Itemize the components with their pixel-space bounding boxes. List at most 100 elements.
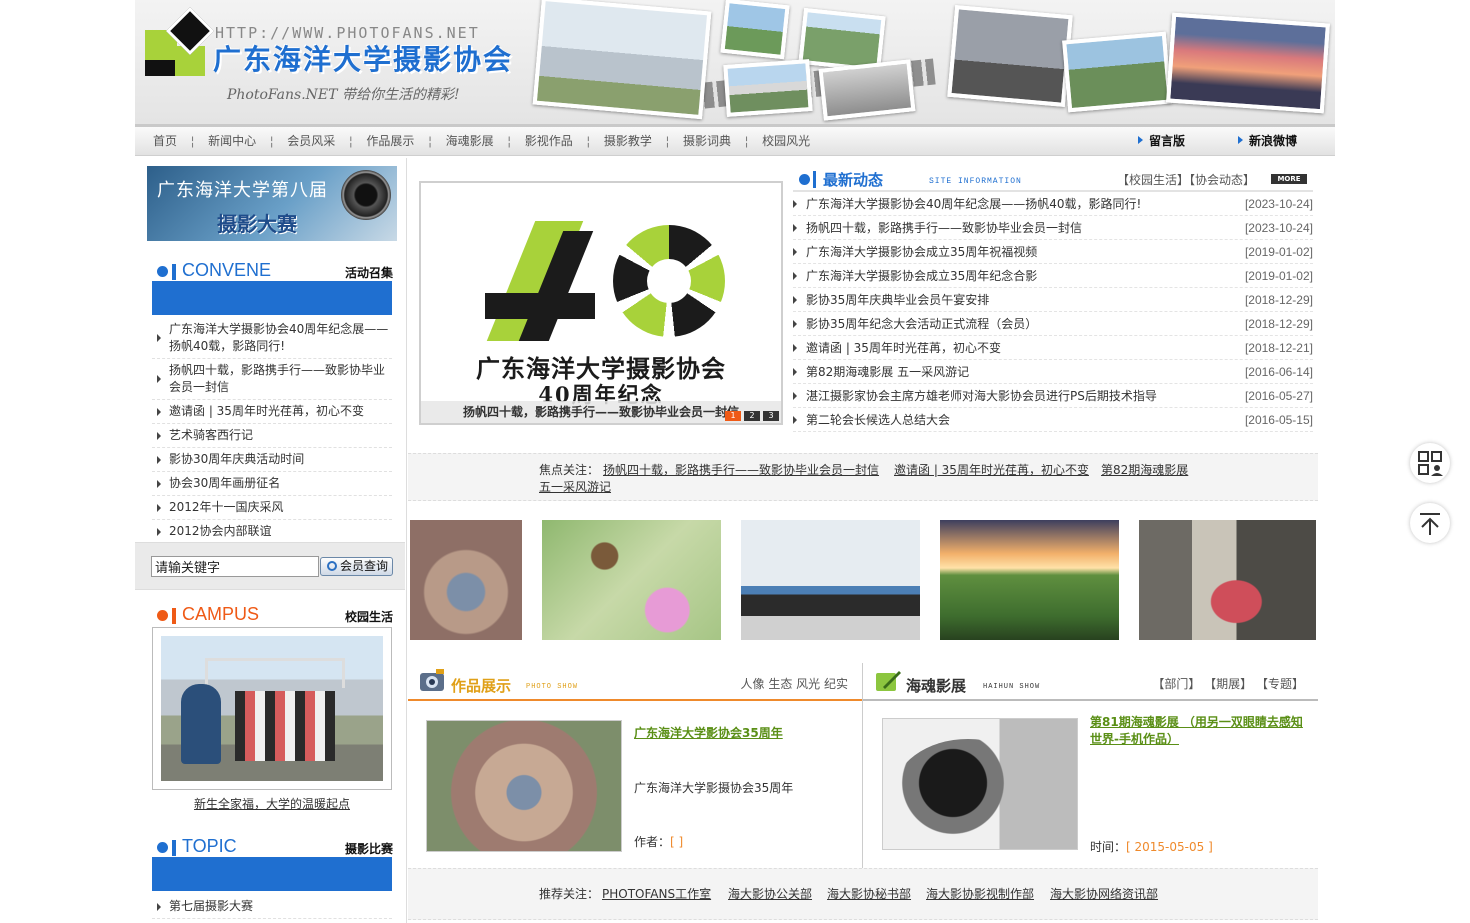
- slider-page-1[interactable]: 1: [725, 411, 741, 421]
- nav-item-haihun[interactable]: 海魂影展: [436, 132, 504, 150]
- focus-label: 焦点关注：: [539, 463, 600, 477]
- contest-banner[interactable]: 广东海洋大学第八届 摄影大赛: [147, 166, 397, 241]
- focus-link[interactable]: 第82期海魂影展: [1101, 461, 1188, 478]
- guestbook-link[interactable]: 留言版: [1138, 132, 1185, 150]
- nav-separator: ¦: [507, 134, 511, 148]
- member-search: 会员查询: [135, 542, 405, 590]
- works-tags[interactable]: 人像 生态 风光 纪实: [741, 675, 848, 692]
- haihun-thumbnail[interactable]: [882, 718, 1078, 850]
- focus-link[interactable]: 五一采风游记: [539, 478, 611, 495]
- header-photo: [532, 0, 712, 120]
- recommend-link[interactable]: 海大影协网络资讯部: [1050, 885, 1158, 902]
- focus-link[interactable]: 扬帆四十载，影路携手行——致影协毕业会员一封信: [603, 461, 879, 478]
- topic-title-cn[interactable]: 摄影比赛: [345, 840, 393, 857]
- gallery-photo[interactable]: [1139, 520, 1316, 640]
- nav-item-news[interactable]: 新闻中心: [198, 132, 266, 150]
- list-item[interactable]: 2012年十一国庆采风: [152, 496, 392, 520]
- list-item[interactable]: 扬帆四十载，影路携手行——致影协毕业会员一封信: [152, 359, 392, 400]
- news-item[interactable]: 邀请函 | 35周年时光荏苒，初心不变 [2018-12-21]: [793, 336, 1313, 360]
- nav-separator: ¦: [586, 134, 590, 148]
- recommend-link[interactable]: 海大影协影视制作部: [926, 885, 1034, 902]
- news-item[interactable]: 第二轮会长候选人总结大会 [2016-05-15]: [793, 408, 1313, 432]
- work-title-link[interactable]: 广东海洋大学影协会35周年: [634, 724, 783, 741]
- bullet-dot-icon: [157, 266, 168, 277]
- topic-title-en: TOPIC: [182, 836, 237, 856]
- header-photo: [720, 0, 790, 60]
- haihun-tags[interactable]: 【部门】 【期展】 【专题】: [1152, 675, 1304, 692]
- gallery-photo[interactable]: [741, 520, 920, 640]
- qr-code-button[interactable]: [1410, 443, 1450, 483]
- nav-separator: ¦: [191, 134, 195, 148]
- nav-item-members[interactable]: 会员风采: [277, 132, 345, 150]
- list-item[interactable]: 影协30周年庆典活动时间: [152, 448, 392, 472]
- news-item[interactable]: 第82期海魂影展 五一采风游记 [2016-06-14]: [793, 360, 1313, 384]
- recommend-link[interactable]: 海大影协公关部: [728, 885, 812, 902]
- nav-item-home[interactable]: 首页: [143, 132, 187, 150]
- recommend-link[interactable]: 海大影协秘书部: [827, 885, 911, 902]
- focus-link[interactable]: 邀请函 | 35周年时光荏苒，初心不变: [894, 461, 1089, 478]
- header-photo: [818, 59, 916, 121]
- news-title: 最新动态: [823, 171, 884, 189]
- convene-title-cn[interactable]: 活动召集: [345, 264, 393, 281]
- news-item[interactable]: 广东海洋大学摄影协会40周年纪念展——扬帆40载，影路同行! [2023-10-2…: [793, 192, 1313, 216]
- news-date: [2019-01-02]: [1244, 269, 1313, 283]
- latest-news: 最新动态 SITE INFORMATION 【校园生活】【协会动态】 MORE …: [793, 164, 1313, 432]
- list-item[interactable]: 2012协会内部联谊: [152, 520, 392, 544]
- news-item[interactable]: 影协35周年庆典毕业会员午宴安排 [2018-12-29]: [793, 288, 1313, 312]
- news-item[interactable]: 影协35周年纪念大会活动正式流程（会员） [2018-12-29]: [793, 312, 1313, 336]
- campus-header: CAMPUS 校园生活: [157, 604, 393, 628]
- left-sidebar: 广东海洋大学第八届 摄影大赛 CONVENE 活动召集 广东海洋大学摄影协会40…: [135, 158, 407, 923]
- nav-item-dictionary[interactable]: 摄影词典: [673, 132, 741, 150]
- recommend-label: 推荐关注：: [539, 887, 600, 901]
- aperture-icon: [613, 225, 725, 337]
- header-photo: [723, 59, 813, 117]
- nav-item-campus[interactable]: 校园风光: [752, 132, 820, 150]
- camera-icon: [420, 669, 444, 691]
- haihun-title-link[interactable]: 第81期海魂影展 （用另一双眼睛去感知世界-手机作品）: [1090, 714, 1310, 748]
- work-author: 作者：[ ]: [634, 835, 684, 849]
- nav-separator: ¦: [349, 134, 353, 148]
- list-item[interactable]: 协会30周年画册征名: [152, 472, 392, 496]
- work-thumbnail[interactable]: [426, 720, 622, 852]
- site-header: HTTP://WWW.PHOTOFANS.NET 广东海洋大学摄影协会 Phot…: [135, 0, 1335, 124]
- weibo-link[interactable]: 新浪微博: [1238, 132, 1297, 150]
- page-wrapper: HTTP://WWW.PHOTOFANS.NET 广东海洋大学摄影协会 Phot…: [135, 0, 1335, 923]
- news-date: [2019-01-02]: [1244, 245, 1313, 259]
- news-cat-association[interactable]: 【协会动态】: [1189, 173, 1255, 187]
- news-item[interactable]: 湛江摄影家协会主席方雄老师对海大影协会员进行PS后期技术指导 [2016-05-2…: [793, 384, 1313, 408]
- gallery-photo[interactable]: [940, 520, 1119, 640]
- slider-page-3[interactable]: 3: [763, 411, 779, 421]
- banner-line2: 摄影大赛: [217, 212, 297, 236]
- campus-photo[interactable]: [152, 627, 392, 790]
- member-search-button[interactable]: 会员查询: [320, 557, 393, 576]
- topic-strip: [152, 857, 392, 891]
- campus-title-cn[interactable]: 校园生活: [345, 608, 393, 625]
- featured-slider[interactable]: 广东海洋大学摄影协会 40周年纪念 扬帆四十载，影路携手行——致影协毕业会员一封…: [419, 181, 783, 425]
- gallery-photo[interactable]: [410, 520, 522, 640]
- list-item[interactable]: 广东海洋大学摄影协会40周年纪念展——扬帆40载，影路同行!: [152, 318, 392, 359]
- nav-item-video[interactable]: 影视作品: [515, 132, 583, 150]
- nav-item-works[interactable]: 作品展示: [356, 132, 424, 150]
- back-to-top-button[interactable]: [1410, 503, 1450, 543]
- news-date: [2018-12-21]: [1244, 341, 1313, 355]
- main-content: 广东海洋大学摄影协会 40周年纪念 扬帆四十载，影路携手行——致影协毕业会员一封…: [408, 158, 1335, 923]
- news-item[interactable]: 广东海洋大学摄影协会成立35周年纪念合影 [2019-01-02]: [793, 264, 1313, 288]
- nav-item-teaching[interactable]: 摄影教学: [594, 132, 662, 150]
- slider-page-2[interactable]: 2: [744, 411, 760, 421]
- news-categories: 【校园生活】【协会动态】: [1117, 171, 1255, 188]
- list-item[interactable]: 第七届摄影大赛: [152, 895, 392, 919]
- campus-photo-caption[interactable]: 新生全家福，大学的温暖起点: [152, 795, 392, 812]
- list-item[interactable]: 艺术骑客西行记: [152, 424, 392, 448]
- news-list: 广东海洋大学摄影协会40周年纪念展——扬帆40载，影路同行! [2023-10-2…: [793, 192, 1313, 432]
- news-more-button[interactable]: MORE: [1271, 174, 1307, 184]
- search-input[interactable]: [151, 556, 319, 577]
- site-logo[interactable]: [145, 6, 215, 76]
- news-item[interactable]: 广东海洋大学摄影协会成立35周年祝福视频 [2019-01-02]: [793, 240, 1313, 264]
- news-cat-campus[interactable]: 【校园生活】: [1117, 173, 1189, 187]
- recommend-link[interactable]: PHOTOFANS工作室: [602, 885, 711, 902]
- convene-strip: [152, 281, 392, 315]
- news-item[interactable]: 扬帆四十载，影路携手行——致影协毕业会员一封信 [2023-10-24]: [793, 216, 1313, 240]
- nav-separator: ¦: [745, 134, 749, 148]
- list-item[interactable]: 邀请函 | 35周年时光荏苒，初心不变: [152, 400, 392, 424]
- gallery-photo[interactable]: [542, 520, 721, 640]
